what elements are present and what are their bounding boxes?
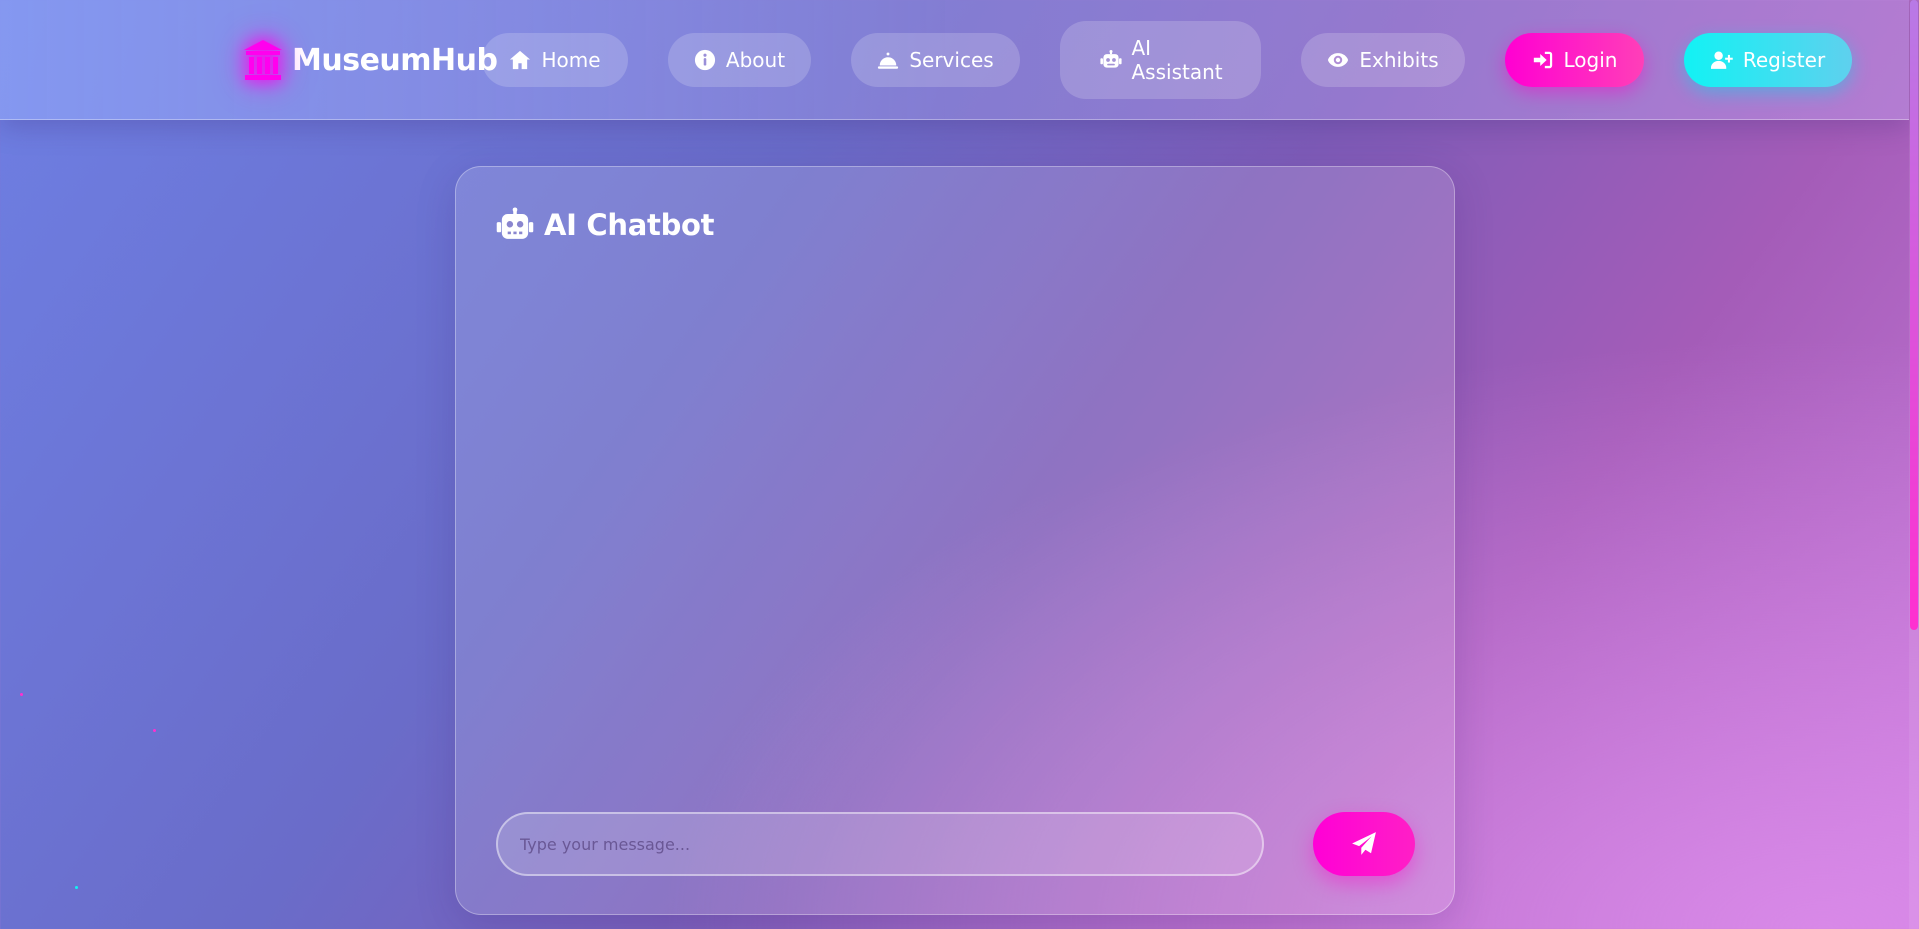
top-navbar: MuseumHub Home About Services AI Assista… xyxy=(0,0,1909,120)
chatbot-panel: AI Chatbot xyxy=(455,166,1455,915)
decorative-particle xyxy=(153,729,156,732)
eye-icon xyxy=(1328,53,1349,67)
info-circle-icon xyxy=(694,49,716,71)
nav-services-label: Services xyxy=(909,48,994,72)
brand-name: MuseumHub xyxy=(292,42,498,78)
concierge-bell-icon xyxy=(878,52,899,69)
home-icon xyxy=(510,50,531,70)
nav-ai-assistant-button[interactable]: AI Assistant xyxy=(1060,21,1261,99)
nav-ai-line1: AI xyxy=(1131,36,1152,60)
nav-home-label: Home xyxy=(541,48,601,72)
page-scrollbar[interactable] xyxy=(1909,0,1919,929)
nav-ai-line2: Assistant xyxy=(1131,60,1223,84)
register-button[interactable]: Register xyxy=(1684,33,1852,87)
museum-icon xyxy=(244,40,282,80)
paper-plane-icon xyxy=(1352,832,1376,855)
login-label: Login xyxy=(1563,48,1618,72)
nav-services-button[interactable]: Services xyxy=(851,33,1020,87)
register-label: Register xyxy=(1742,48,1826,72)
brand-logo[interactable]: MuseumHub xyxy=(242,36,498,84)
send-message-button[interactable] xyxy=(1313,812,1415,876)
nav-exhibits-label: Exhibits xyxy=(1359,48,1439,72)
login-button[interactable]: Login xyxy=(1505,33,1644,87)
decorative-particle xyxy=(75,886,78,889)
decorative-particle xyxy=(20,693,23,696)
user-plus-icon xyxy=(1710,51,1733,69)
nav-home-button[interactable]: Home xyxy=(482,33,628,87)
scrollbar-thumb[interactable] xyxy=(1910,0,1918,630)
robot-icon xyxy=(1099,50,1122,68)
robot-icon xyxy=(496,207,534,239)
sign-in-icon xyxy=(1533,51,1552,69)
nav-about-label: About xyxy=(725,48,786,72)
nav-exhibits-button[interactable]: Exhibits xyxy=(1301,33,1465,87)
nav-ai-assistant-label: AI Assistant xyxy=(1131,36,1223,84)
chatbot-title: AI Chatbot xyxy=(544,208,715,242)
nav-about-button[interactable]: About xyxy=(668,33,811,87)
chat-message-input[interactable] xyxy=(496,812,1264,876)
chatbot-header: AI Chatbot xyxy=(496,207,715,243)
